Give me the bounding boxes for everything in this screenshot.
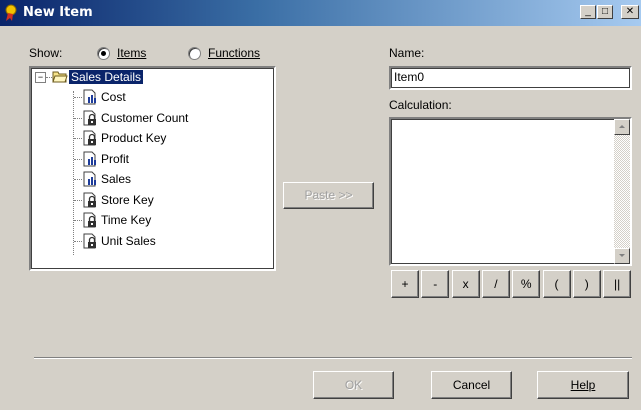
- operator-percent-button[interactable]: %: [512, 270, 541, 298]
- items-radio[interactable]: [97, 47, 110, 60]
- tree-item-label: Profit: [101, 151, 130, 166]
- tree-item-label: Time Key: [101, 213, 152, 227]
- tree-item[interactable]: Product Key: [101, 129, 166, 147]
- tree-line: [74, 240, 82, 243]
- lock-icon: [83, 192, 96, 207]
- tree-line: [73, 91, 75, 255]
- tree-root[interactable]: Sales Details: [67, 68, 145, 86]
- close-button[interactable]: ✕: [621, 5, 639, 19]
- operator-label: /: [494, 277, 498, 291]
- lock-icon: [83, 130, 96, 146]
- calculation-textarea[interactable]: [389, 117, 632, 266]
- paste-button-label: Paste >>: [304, 188, 353, 202]
- tree-line: [74, 199, 82, 202]
- tree-item-label: Unit Sales: [101, 233, 156, 248]
- measure-icon: [83, 171, 96, 187]
- lock-icon: [83, 233, 96, 248]
- operator-label: -: [433, 277, 438, 291]
- tree-item-label: Customer Count: [101, 110, 189, 125]
- operator-label: ): [584, 277, 589, 291]
- tree-line: [74, 138, 82, 140]
- help-button[interactable]: Help: [537, 371, 629, 399]
- show-label: Show:: [29, 46, 63, 60]
- cancel-button-label: Cancel: [452, 378, 491, 392]
- folder-open-icon: [52, 71, 68, 83]
- field-tree[interactable]: − Sales Details Cost Customer Count Produc…: [29, 66, 276, 271]
- scroll-down-button[interactable]: [614, 248, 630, 264]
- calculation-label: Calculation:: [389, 98, 452, 112]
- items-radio-label[interactable]: Items: [117, 46, 146, 60]
- tree-item-label: Product Key: [101, 131, 167, 145]
- collapse-toggle[interactable]: −: [35, 72, 46, 83]
- functions-radio-label[interactable]: Functions: [208, 46, 260, 60]
- operator-multiply-button[interactable]: x: [451, 270, 480, 298]
- paste-button[interactable]: Paste >>: [283, 182, 374, 209]
- lock-icon: [83, 110, 96, 125]
- minimize-button[interactable]: _: [580, 5, 596, 19]
- vertical-scrollbar[interactable]: [614, 119, 630, 264]
- name-input-value: Item0: [394, 70, 425, 84]
- maximize-button[interactable]: □: [597, 5, 613, 19]
- tree-line: [74, 179, 82, 181]
- operator-label: (: [554, 277, 559, 291]
- tree-line: [74, 117, 82, 120]
- name-input[interactable]: Item0: [389, 66, 632, 90]
- functions-radio[interactable]: [188, 47, 201, 60]
- tree-item[interactable]: Sales: [101, 170, 131, 188]
- lock-icon: [83, 212, 96, 228]
- name-label: Name:: [389, 46, 425, 60]
- arrow-down-icon: [619, 254, 625, 257]
- help-button-label: Help: [570, 378, 596, 392]
- tree-item[interactable]: Cost: [101, 88, 126, 106]
- operator-concat-button[interactable]: ||: [603, 270, 632, 298]
- operator-label: ||: [613, 277, 621, 291]
- measure-icon: [83, 89, 96, 105]
- window-title: New Item: [23, 5, 93, 20]
- tree-item[interactable]: Customer Count: [101, 109, 188, 127]
- wand-ribbon-icon: [5, 4, 17, 21]
- tree-item[interactable]: Time Key: [101, 211, 151, 229]
- tree-item[interactable]: Store Key: [101, 191, 154, 209]
- scroll-up-button[interactable]: [614, 119, 630, 135]
- maximize-icon: □: [601, 6, 609, 17]
- separator: [34, 357, 632, 359]
- ok-button[interactable]: OK: [313, 371, 394, 399]
- tree-line: [74, 97, 82, 99]
- operator-close-paren-button[interactable]: ): [572, 270, 601, 298]
- ok-button-label: OK: [344, 378, 363, 392]
- operator-minus-button[interactable]: -: [421, 270, 450, 298]
- tree-line: [74, 220, 82, 222]
- tree-root-label: Sales Details: [67, 69, 145, 85]
- operator-label: %: [520, 277, 532, 291]
- operator-plus-button[interactable]: +: [391, 270, 419, 298]
- operator-divide-button[interactable]: /: [481, 270, 510, 298]
- tree-item-label: Store Key: [101, 192, 154, 207]
- tree-item-label: Sales: [101, 172, 132, 186]
- tree-item[interactable]: Profit: [101, 150, 129, 168]
- arrow-up-icon: [619, 125, 625, 128]
- cancel-button[interactable]: Cancel: [431, 371, 512, 399]
- minimize-icon: _: [585, 6, 591, 17]
- tree-item-label: Cost: [101, 90, 126, 104]
- close-icon: ✕: [625, 6, 635, 17]
- operator-open-paren-button[interactable]: (: [542, 270, 571, 298]
- operator-label: x: [462, 277, 469, 291]
- measure-icon: [83, 151, 96, 166]
- title-bar[interactable]: New Item _ □ ✕: [0, 0, 641, 26]
- operator-label: +: [401, 277, 409, 291]
- tree-line: [74, 158, 82, 161]
- tree-item[interactable]: Unit Sales: [101, 232, 156, 250]
